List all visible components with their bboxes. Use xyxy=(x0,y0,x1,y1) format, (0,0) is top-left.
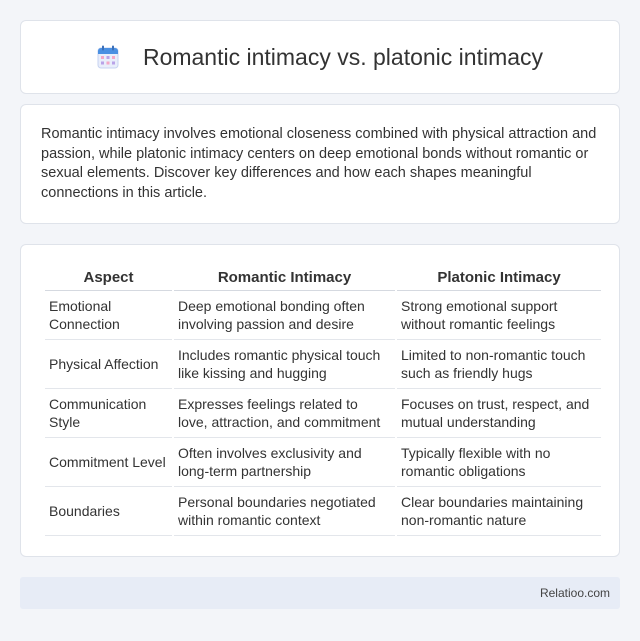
cell-aspect: Commitment Level xyxy=(45,438,172,487)
table-row: Communication Style Expresses feelings r… xyxy=(45,389,601,438)
page-title: Romantic intimacy vs. platonic intimacy xyxy=(142,43,544,70)
cell-platonic: Clear boundaries maintaining non-romanti… xyxy=(397,487,601,536)
column-header-platonic: Platonic Intimacy xyxy=(397,267,601,291)
table-row: Boundaries Personal boundaries negotiate… xyxy=(45,487,601,536)
cell-aspect: Communication Style xyxy=(45,389,172,438)
cell-romantic: Deep emotional bonding often involving p… xyxy=(174,291,395,340)
calendar-icon xyxy=(97,45,119,69)
intro-card: Romantic intimacy involves emotional clo… xyxy=(20,104,620,224)
table-header-row: Aspect Romantic Intimacy Platonic Intima… xyxy=(45,267,601,291)
cell-platonic: Typically flexible with no romantic obli… xyxy=(397,438,601,487)
table-row: Commitment Level Often involves exclusiv… xyxy=(45,438,601,487)
cell-romantic: Personal boundaries negotiated within ro… xyxy=(174,487,395,536)
intro-text: Romantic intimacy involves emotional clo… xyxy=(41,126,597,201)
cell-platonic: Focuses on trust, respect, and mutual un… xyxy=(397,389,601,438)
cell-romantic: Includes romantic physical touch like ki… xyxy=(174,340,395,389)
footer: Relatioo.com xyxy=(20,577,620,609)
cell-aspect: Physical Affection xyxy=(45,340,172,389)
footer-site-link[interactable]: Relatioo.com xyxy=(540,586,610,600)
cell-platonic: Strong emotional support without romanti… xyxy=(397,291,601,340)
cell-platonic: Limited to non-romantic touch such as fr… xyxy=(397,340,601,389)
cell-romantic: Often involves exclusivity and long-term… xyxy=(174,438,395,487)
cell-aspect: Boundaries xyxy=(45,487,172,536)
title-card: Romantic intimacy vs. platonic intimacy xyxy=(20,20,620,94)
column-header-romantic: Romantic Intimacy xyxy=(174,267,395,291)
table-row: Physical Affection Includes romantic phy… xyxy=(45,340,601,389)
column-header-aspect: Aspect xyxy=(45,267,172,291)
cell-romantic: Expresses feelings related to love, attr… xyxy=(174,389,395,438)
comparison-table-card: Aspect Romantic Intimacy Platonic Intima… xyxy=(20,244,620,557)
cell-aspect: Emotional Connection xyxy=(45,291,172,340)
table-row: Emotional Connection Deep emotional bond… xyxy=(45,291,601,340)
comparison-table: Aspect Romantic Intimacy Platonic Intima… xyxy=(43,267,603,536)
